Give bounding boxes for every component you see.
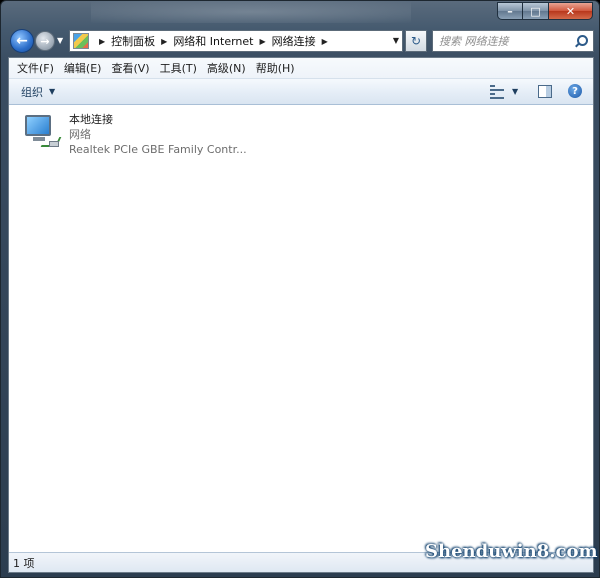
forward-arrow-icon: → [40,34,50,48]
client-area: 文件(F) 编辑(E) 查看(V) 工具(T) 高级(N) 帮助(H) 组织 ▼… [8,57,594,573]
change-view-button[interactable] [490,85,504,99]
recent-pages-button[interactable]: ▼ [57,36,63,45]
explorer-window: – □ ✕ ← → ▼ ▶ 控制面板 ▶ 网络和 Internet ▶ 网络连接 [0,0,600,578]
network-adapter-icon [21,111,62,153]
organize-button[interactable]: 组织 ▼ [21,84,55,100]
control-panel-icon [73,33,89,49]
navigation-bar: ← → ▼ ▶ 控制面板 ▶ 网络和 Internet ▶ 网络连接 ▶ ▼ ↻… [1,27,599,57]
command-bar: 组织 ▼ ▼ ? [9,79,593,105]
menu-help[interactable]: 帮助(H) [252,60,299,76]
chevron-down-icon: ▼ [57,36,64,45]
address-history-dropdown[interactable]: ▼ [393,36,399,45]
menu-file[interactable]: 文件(F) [13,60,58,76]
refresh-icon: ↻ [410,34,422,48]
back-button[interactable]: ← [10,29,34,53]
connection-device: Realtek PCIe GBE Family Contr... [69,143,247,156]
chevron-down-icon: ▼ [49,87,56,96]
file-list: 本地连接 网络 Realtek PCIe GBE Family Contr... [9,105,593,552]
close-icon: ✕ [565,4,576,18]
search-box[interactable]: 搜索 网络连接 [432,30,594,52]
close-button[interactable]: ✕ [549,2,593,20]
search-icon[interactable] [575,35,588,47]
help-button[interactable]: ? [568,84,582,98]
breadcrumb-separator-icon[interactable]: ▶ [161,37,167,46]
minimize-button[interactable]: – [497,2,523,20]
breadcrumb-separator-icon[interactable]: ▶ [322,37,328,46]
maximize-button[interactable]: □ [523,2,549,20]
breadcrumb-separator-icon[interactable]: ▶ [260,37,266,46]
menu-bar: 文件(F) 编辑(E) 查看(V) 工具(T) 高级(N) 帮助(H) [9,58,593,79]
forward-button[interactable]: → [35,31,55,51]
watermark: Shenduwin8.com [425,541,598,562]
title-bar: – □ ✕ [1,1,599,25]
preview-pane-button[interactable] [538,85,552,98]
maximize-icon: □ [530,4,541,18]
connection-status: 网络 [69,128,91,141]
search-input[interactable]: 搜索 网络连接 [439,33,575,49]
organize-label: 组织 [21,85,43,99]
item-count: 1 项 [13,556,35,570]
breadcrumb-network-internet[interactable]: 网络和 Internet [173,33,253,49]
menu-tools[interactable]: 工具(T) [156,60,201,76]
help-icon: ? [572,85,578,97]
menu-advanced[interactable]: 高级(N) [203,60,250,76]
menu-view[interactable]: 查看(V) [107,60,153,76]
refresh-button[interactable]: ↻ [405,30,427,52]
breadcrumb-separator-icon[interactable]: ▶ [99,37,105,46]
breadcrumb-network-connections[interactable]: 网络连接 [272,33,316,49]
connection-item-text: 本地连接 网络 Realtek PCIe GBE Family Contr... [69,111,247,163]
connection-name: 本地连接 [69,113,113,126]
minimize-icon: – [507,4,513,18]
address-bar[interactable]: ▶ 控制面板 ▶ 网络和 Internet ▶ 网络连接 ▶ ▼ [69,30,403,52]
breadcrumb-control-panel[interactable]: 控制面板 [111,33,155,49]
title-bar-glass [91,1,411,23]
back-arrow-icon: ← [16,33,28,49]
connection-item-local[interactable]: 本地连接 网络 Realtek PCIe GBE Family Contr... [21,111,261,163]
menu-edit[interactable]: 编辑(E) [60,60,106,76]
caption-buttons: – □ ✕ [497,2,593,20]
view-options-dropdown[interactable]: ▼ [512,87,518,96]
